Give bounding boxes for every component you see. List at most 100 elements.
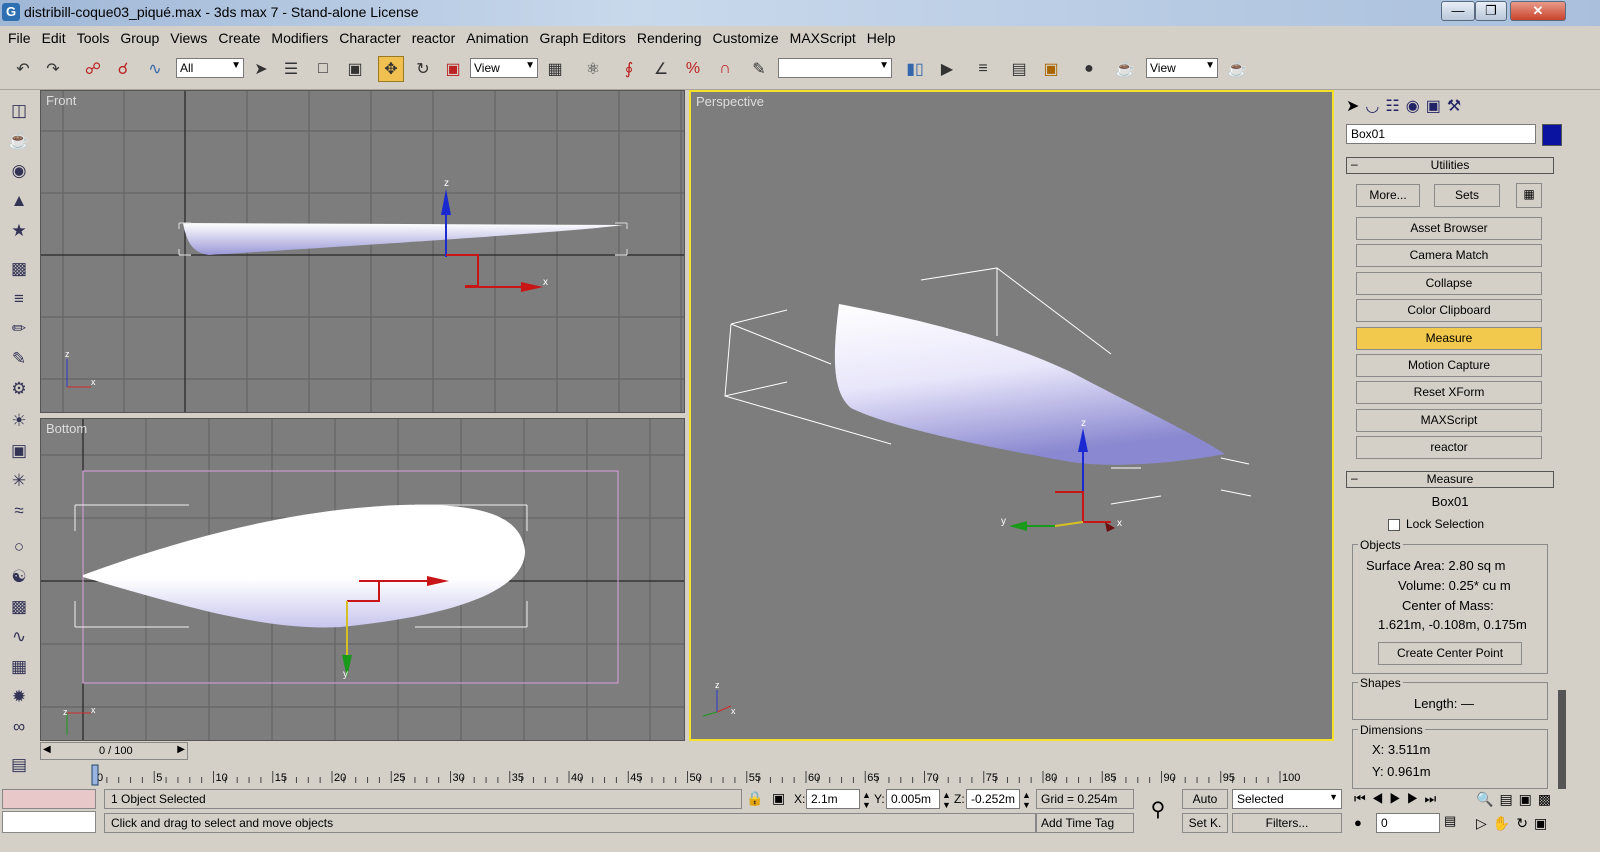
render-type-dropdown[interactable]: View ▼ <box>1146 58 1218 78</box>
set-key-icon[interactable]: ⚲ <box>1138 797 1178 825</box>
viewport-bottom[interactable]: x y z x Bottom <box>40 418 685 741</box>
space-warp-icon[interactable]: ≈ <box>6 498 32 524</box>
object-color-swatch[interactable] <box>1542 124 1562 146</box>
viewport-perspective[interactable]: z y x z x Perspective <box>689 90 1334 741</box>
app-icon[interactable]: G <box>2 3 20 21</box>
menu-customize[interactable]: Customize <box>709 26 786 50</box>
create-teapot-icon[interactable]: ☕ <box>6 128 32 154</box>
biped-icon[interactable]: ☯ <box>6 564 32 590</box>
unlink-selection-icon[interactable]: ☌ <box>110 56 136 82</box>
rigid-body-icon[interactable]: ▩ <box>6 594 32 620</box>
timeline[interactable]: 0 5 10 15 20 25 30 35 40 45 50 55 60 65 70 75 80 85 90 95 10… <box>40 761 1337 789</box>
current-frame-field[interactable]: 0 <box>1376 813 1440 833</box>
utilities-tab-icon[interactable]: ⚒ <box>1447 96 1461 120</box>
arc-rotate-icon[interactable]: ↻ <box>1516 815 1534 831</box>
hierarchy-tab-icon[interactable]: ☷ <box>1385 96 1399 120</box>
slider-right-arrow-icon[interactable]: ▶ <box>177 744 185 755</box>
collapse-button[interactable]: Collapse <box>1356 272 1542 295</box>
viewport-perspective-label[interactable]: Perspective <box>696 94 764 109</box>
add-time-tag-button[interactable]: Add Time Tag <box>1036 813 1134 833</box>
menu-file[interactable]: File <box>4 26 38 50</box>
display-tab-icon[interactable]: ▣ <box>1426 96 1441 120</box>
select-and-rotate-icon[interactable]: ↻ <box>410 56 436 82</box>
menu-help[interactable]: Help <box>863 26 903 50</box>
menu-edit[interactable]: Edit <box>38 26 73 50</box>
modifier-panel-icon[interactable]: ▩ <box>6 256 32 282</box>
curve-editor-icon[interactable]: ▤ <box>1006 56 1032 82</box>
percent-snap-icon[interactable]: % <box>680 56 706 82</box>
time-configuration-icon[interactable]: ▤ <box>1444 813 1456 829</box>
paint-icon[interactable]: ✎ <box>6 346 32 372</box>
modify-tab-icon[interactable]: ◡ <box>1365 96 1379 120</box>
asset-browser-button[interactable]: Asset Browser <box>1356 217 1542 240</box>
select-and-scale-icon[interactable]: ▣ <box>440 56 466 82</box>
menu-modifiers[interactable]: Modifiers <box>267 26 335 50</box>
absolute-mode-icon[interactable]: ▣ <box>772 790 785 807</box>
y-spinner-icon[interactable]: ▲ ▼ <box>942 790 951 810</box>
close-button[interactable]: ✕ <box>1510 1 1566 21</box>
next-frame-icon[interactable]: ▶ <box>1407 791 1425 806</box>
stack-icon[interactable]: ≡ <box>6 286 32 312</box>
render-scene-icon[interactable]: ☕ <box>1112 56 1138 82</box>
spring-icon[interactable]: ∿ <box>6 624 32 650</box>
viewport-front-label[interactable]: Front <box>46 93 76 108</box>
create-cone-icon[interactable]: ▲ <box>6 188 32 214</box>
viewport-bottom-label[interactable]: Bottom <box>46 421 87 436</box>
layer-manager-icon[interactable]: ≡ <box>970 56 996 82</box>
reactor-button[interactable]: reactor <box>1356 436 1542 459</box>
hierarchy-icon[interactable]: ✏ <box>6 316 32 342</box>
create-tab-icon[interactable]: ➤ <box>1346 96 1359 120</box>
select-object-icon[interactable]: ➤ <box>248 56 274 82</box>
light-icon[interactable]: ☀ <box>6 408 32 434</box>
menu-views[interactable]: Views <box>166 26 214 50</box>
select-and-manipulate-icon[interactable]: ⚛ <box>580 56 606 82</box>
maxscript-listener-icon[interactable]: ▤ <box>6 752 32 778</box>
undo-icon[interactable]: ↶ <box>10 56 36 82</box>
current-frame-marker[interactable] <box>91 764 99 786</box>
motion-capture-button[interactable]: Motion Capture <box>1356 354 1542 377</box>
quick-render-icon[interactable]: ☕ <box>1224 56 1250 82</box>
y-coordinate-field[interactable]: 0.005m <box>886 789 940 809</box>
menu-graph-editors[interactable]: Graph Editors <box>536 26 633 50</box>
schematic-view-icon[interactable]: ▣ <box>1038 56 1064 82</box>
camera-icon[interactable]: ▣ <box>6 438 32 464</box>
create-sphere-icon[interactable]: ◉ <box>6 158 32 184</box>
time-slider-track[interactable] <box>188 742 1337 760</box>
menu-group[interactable]: Group <box>116 26 166 50</box>
mirror-icon[interactable]: ▮▯ <box>902 56 928 82</box>
zoom-all-icon[interactable]: ▤ <box>1499 791 1518 807</box>
viewport-front[interactable]: z x z x Front <box>40 90 685 413</box>
menu-character[interactable]: Character <box>335 26 407 50</box>
sets-button[interactable]: Sets <box>1434 184 1500 207</box>
spinner-snap-icon[interactable]: ∩ <box>712 56 738 82</box>
previous-frame-icon[interactable]: ◀ <box>1372 791 1390 806</box>
maxscript-button[interactable]: MAXScript <box>1356 409 1542 432</box>
menu-rendering[interactable]: Rendering <box>633 26 709 50</box>
pan-icon[interactable]: ✋ <box>1493 815 1516 831</box>
rope-icon[interactable]: ∞ <box>6 714 32 740</box>
bind-to-space-warp-icon[interactable]: ∿ <box>142 56 168 82</box>
utilities-rollout-header[interactable]: – Utilities <box>1346 157 1554 174</box>
key-mode-toggle-icon[interactable]: ● <box>1354 815 1362 830</box>
object-name-field[interactable]: Box01 <box>1346 124 1536 144</box>
set-key-button[interactable]: Set K. <box>1182 813 1228 833</box>
select-and-link-icon[interactable]: ☍ <box>80 56 106 82</box>
more-button[interactable]: More... <box>1356 184 1420 207</box>
snap-toggle-icon[interactable]: ∮ <box>616 56 642 82</box>
motion-tab-icon[interactable]: ◉ <box>1406 96 1420 120</box>
z-coordinate-field[interactable]: -0.252m <box>966 789 1020 809</box>
menu-maxscript[interactable]: MAXScript <box>786 26 863 50</box>
edit-named-selection-icon[interactable]: ✎ <box>746 56 772 82</box>
material-editor-icon[interactable]: ● <box>1076 56 1102 82</box>
selection-filter-dropdown[interactable]: All ▼ <box>176 58 244 78</box>
select-and-move-icon[interactable]: ✥ <box>378 56 404 82</box>
lock-selection-checkbox[interactable] <box>1388 519 1400 531</box>
angle-snap-icon[interactable]: ∠ <box>648 56 674 82</box>
configure-button-sets-icon[interactable]: ▦ <box>1516 183 1542 208</box>
create-center-point-button[interactable]: Create Center Point <box>1378 642 1522 665</box>
menu-reactor[interactable]: reactor <box>408 26 463 50</box>
play-icon[interactable]: ▶ <box>1389 791 1407 806</box>
time-slider[interactable]: ◀ 0 / 100 ▶ <box>40 742 188 760</box>
maxscript-mini-listener-pink[interactable] <box>2 789 96 809</box>
auto-key-button[interactable]: Auto <box>1182 789 1228 809</box>
